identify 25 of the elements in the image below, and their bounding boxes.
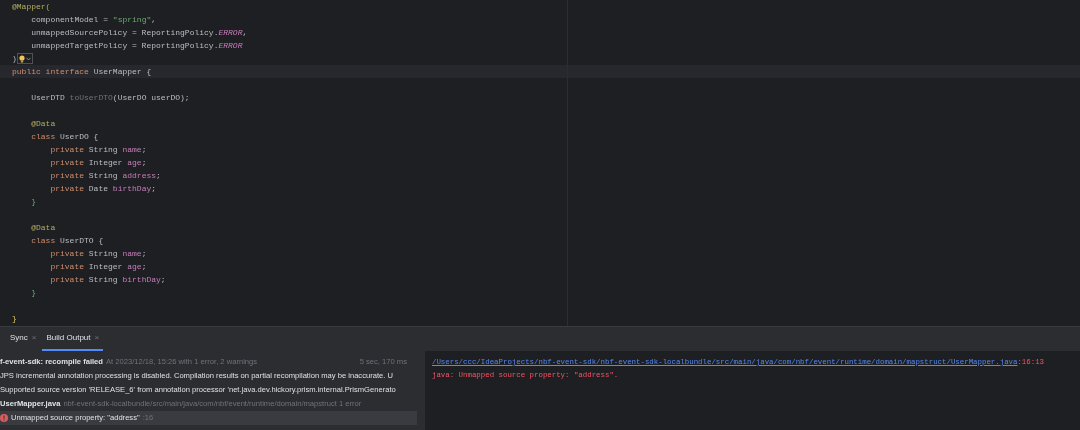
code-line: public interface UserMapper { <box>12 66 152 78</box>
code-line: private Date birthDay; <box>49 183 157 195</box>
code-line: unmappedSourcePolicy = ReportingPolicy.ERROR, <box>30 27 248 39</box>
error-icon <box>0 414 8 422</box>
code-line: class UserDTO { <box>30 235 104 247</box>
code-line: private String birthDay; <box>49 274 166 286</box>
code-line: unmappedTargetPolicy = ReportingPolicy.ERROR <box>30 40 243 52</box>
code-line: } <box>30 196 36 208</box>
code-line: ) <box>12 52 33 65</box>
code-line: componentModel = "spring", <box>30 14 157 26</box>
tool-tab[interactable]: Build Output × <box>42 327 104 351</box>
code-line: private String address; <box>49 170 161 182</box>
code-line: } <box>30 287 36 299</box>
code-line: UserDTD toUserDTO(UserDO userDO); <box>30 92 190 104</box>
code-line: @Mapper( <box>12 1 51 13</box>
code-line: @Data <box>30 118 56 130</box>
code-line: private String name; <box>49 144 147 156</box>
code-line: private String name; <box>49 248 147 260</box>
code-line: private Integer age; <box>49 261 147 273</box>
code-line: private Integer age; <box>49 157 147 169</box>
code-line: @Data <box>30 222 56 234</box>
code-line: } <box>12 313 17 325</box>
intention-bulb-icon[interactable] <box>16 53 33 64</box>
tool-tab[interactable]: Sync × <box>6 327 41 351</box>
code-line: class UserDO { <box>30 131 99 143</box>
